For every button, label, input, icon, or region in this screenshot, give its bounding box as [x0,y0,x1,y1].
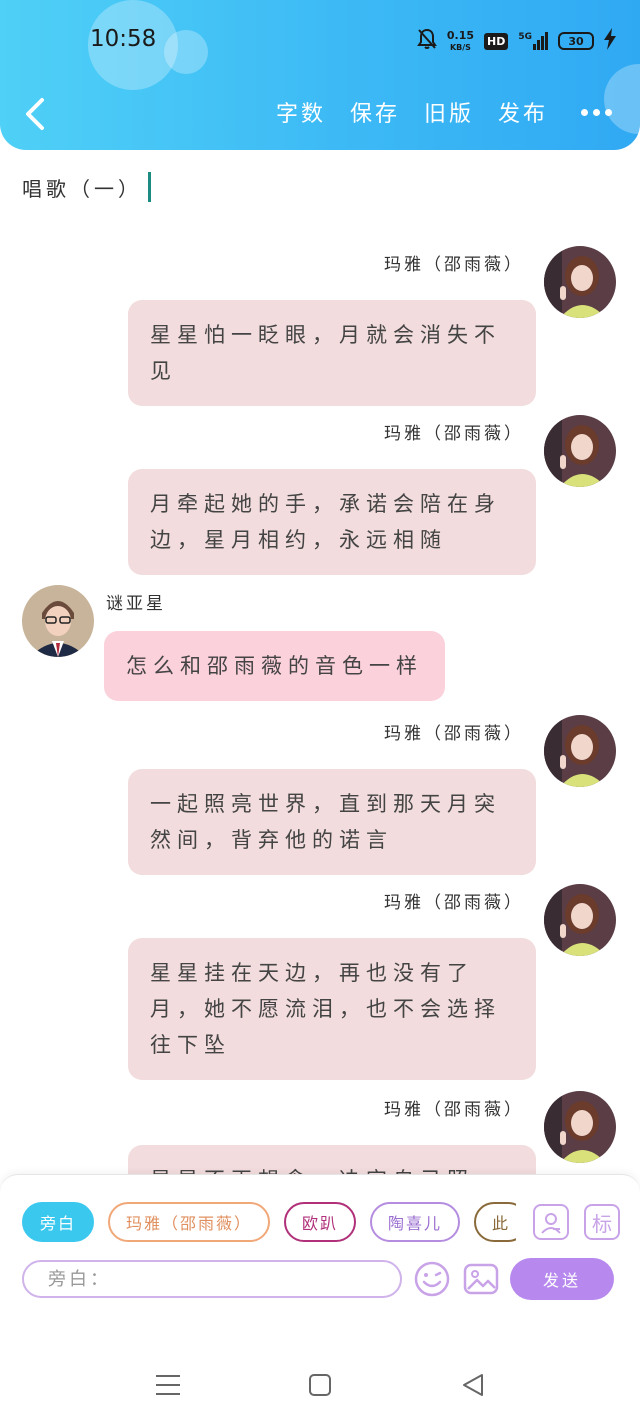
emoji-button[interactable] [413,1260,451,1298]
smiley-icon [414,1261,450,1297]
nav-actions: 字数 保存 旧版 发布 [276,96,612,128]
system-back-button[interactable] [458,1370,488,1400]
more-horizontal-icon [581,108,588,116]
system-navigation-bar [0,1346,640,1423]
mark-button-label: 标 [592,1211,612,1236]
nav-bar: 字数 保存 旧版 发布 [0,82,640,146]
role-chip-oupa[interactable]: 欧趴 [284,1202,357,1242]
role-chip-narrator[interactable]: 旁白 [22,1202,94,1242]
speaker-name: 玛雅（邵雨薇） [384,724,524,744]
network-speed-unit: KB/S [449,42,471,52]
avatar[interactable] [544,715,616,787]
send-button[interactable]: 发送 [510,1258,614,1300]
image-button[interactable] [462,1260,500,1298]
home-button[interactable] [305,1370,335,1400]
avatar[interactable] [22,585,94,657]
save-button[interactable]: 保存 [350,96,400,128]
message-bubble[interactable]: 星星怕一眨眼，月就会消失不见 [128,300,536,406]
avatar-miyaxing [22,585,94,657]
input-panel: 旁白 玛雅（邵雨薇） 欧趴 陶喜儿 此 标 发送 [0,1174,640,1346]
speaker-name: 玛雅（邵雨薇） [384,893,524,913]
triangle-back-icon [463,1374,483,1396]
avatar-maya [544,415,616,487]
old-version-button[interactable]: 旧版 [424,96,474,128]
network-speed-value: 0.15 [446,28,474,42]
avatar[interactable] [544,246,616,318]
square-icon [309,1374,331,1396]
charging-icon [604,28,616,54]
avatar-maya [544,246,616,318]
more-button[interactable] [572,108,612,116]
word-count-button[interactable]: 字数 [276,96,326,128]
menu-icon [156,1375,180,1395]
status-bar: 10:58 0.15 KB/S HD 5G 30 [0,0,640,82]
back-button[interactable] [18,92,58,136]
app-header: 10:58 0.15 KB/S HD 5G 30 字数 保存 旧版 发布 [0,0,640,150]
publish-button[interactable]: 发布 [498,96,548,128]
avatar-maya [544,1091,616,1163]
role-chip-taoxier[interactable]: 陶喜儿 [370,1202,461,1242]
network-speed: 0.15 KB/S [447,30,474,53]
avatar[interactable] [544,1091,616,1163]
recent-apps-button[interactable] [153,1370,183,1400]
chat-list[interactable]: 玛雅（邵雨薇） 星星怕一眨眼，月就会消失不见 玛雅（邵雨薇） 月牵起她的手，承诺… [0,230,640,1175]
role-selector[interactable]: 旁白 玛雅（邵雨薇） 欧趴 陶喜儿 此 [22,1202,516,1242]
text-cursor [148,172,151,202]
message-input[interactable] [22,1260,402,1298]
message-bubble[interactable]: 月牵起她的手，承诺会陪在身边，星月相约，永远相随 [128,469,536,575]
speaker-name: 玛雅（邵雨薇） [384,255,524,275]
role-chip-maya[interactable]: 玛雅（邵雨薇） [108,1202,271,1242]
chevron-left-icon [26,98,44,130]
avatar[interactable] [544,415,616,487]
message-bubble[interactable]: 怎么和邵雨薇的音色一样 [104,631,445,701]
chapter-title-field[interactable]: 唱歌（一） [22,172,151,202]
status-time: 10:58 [90,26,157,52]
hd-badge: HD [484,32,509,50]
avatar[interactable] [544,884,616,956]
battery-level: 30 [568,34,584,48]
speaker-name: 玛雅（邵雨薇） [384,1100,524,1120]
role-chip-partial[interactable]: 此 [474,1202,516,1242]
battery-icon: 30 [558,32,594,50]
status-icons: 0.15 KB/S HD 5G 30 [416,26,616,56]
avatar-maya [544,715,616,787]
message-bubble[interactable]: 星星不再想念，决定自己照 [128,1145,536,1175]
network-type: 5G [518,32,532,42]
message-bubble[interactable]: 星星挂在天边，再也没有了月，她不愿流泪，也不会选择往下坠 [128,938,536,1080]
chapter-title: 唱歌（一） [22,176,142,201]
image-icon [463,1263,499,1295]
character-button[interactable] [533,1204,569,1240]
speaker-name: 玛雅（邵雨薇） [384,424,524,444]
bell-off-icon [416,28,437,54]
avatar-maya [544,884,616,956]
message-bubble[interactable]: 一起照亮世界，直到那天月突然间，背弃他的诺言 [128,769,536,875]
mark-button[interactable]: 标 [584,1204,620,1240]
signal-icon: 5G [518,32,548,50]
person-card-icon [541,1213,561,1234]
speaker-name: 谜亚星 [106,594,166,614]
